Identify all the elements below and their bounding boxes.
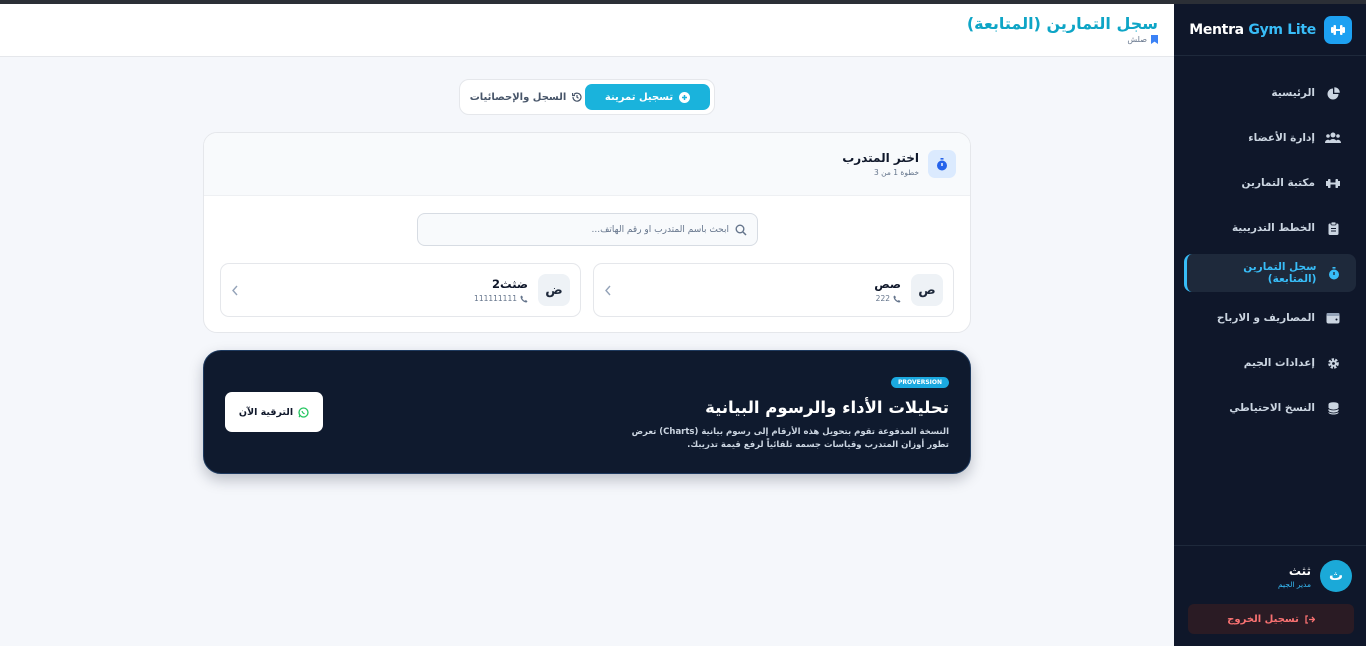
upgrade-button[interactable]: الترقية الآن: [225, 392, 323, 432]
stopwatch-icon: [1325, 266, 1342, 280]
member-phone: 111111111: [239, 294, 528, 303]
chevron-left-icon: [604, 285, 612, 296]
sidebar-item-label: الخطط التدريبية: [1231, 222, 1315, 234]
tab-log-workout-label: تسجيل تمرينة: [604, 91, 674, 103]
member-phone-number: 111111111: [474, 294, 517, 303]
avatar: ث: [1320, 560, 1352, 592]
member-phone-number: 222: [875, 294, 890, 303]
brand-name-part: Mentra: [1189, 21, 1249, 38]
trainee-search[interactable]: [417, 213, 758, 246]
dumbbell-logo-icon: [1324, 15, 1352, 44]
chevron-left-icon: [231, 285, 239, 296]
tab-history-stats-label: السجل والإحصائيات: [469, 91, 567, 103]
search-icon: [735, 224, 747, 236]
sidebar-item-finance[interactable]: المصاريف و الارباح: [1184, 299, 1356, 337]
member-avatar: ص: [911, 274, 943, 306]
logout-icon: [1305, 614, 1315, 624]
sidebar-item-gym-settings[interactable]: إعدادات الجيم: [1184, 344, 1356, 382]
promo-title: تحليلات الأداء والرسوم البيانية: [705, 398, 949, 417]
user-name: ثثث: [1288, 563, 1311, 578]
sidebar-item-label: النسخ الاحتياطي: [1229, 402, 1315, 414]
sidebar-item-workout-log[interactable]: سجل التمارين (المتابعة): [1184, 254, 1356, 292]
wallet-icon: [1324, 312, 1342, 324]
sidebar-item-label: المصاريف و الارباح: [1216, 312, 1315, 324]
history-icon: [572, 92, 582, 102]
sidebar-item-label: إدارة الأعضاء: [1248, 132, 1315, 144]
sidebar: Mentra Gym Lite الرئيسية إدارة الأعضاء م…: [1174, 4, 1366, 646]
brand-name-accent: Gym Lite: [1248, 21, 1316, 38]
member-card[interactable]: ص صص 222: [593, 263, 954, 317]
phone-icon: [520, 295, 528, 303]
pie-chart-icon: [1324, 86, 1342, 100]
member-avatar: ض: [538, 274, 570, 306]
users-icon: [1324, 132, 1342, 144]
whatsapp-icon: [298, 406, 309, 418]
sidebar-item-label: الرئيسية: [1271, 87, 1315, 99]
sidebar-item-label: مكتبة التمارين: [1241, 177, 1315, 189]
sidebar-footer: ث ثثث مدير الجيم تسجيل الخروج: [1174, 545, 1366, 646]
card-step-indicator: خطوة 1 من 3: [873, 168, 919, 177]
sidebar-item-members[interactable]: إدارة الأعضاء: [1184, 119, 1356, 157]
sidebar-item-exercises[interactable]: مكتبة التمارين: [1184, 164, 1356, 202]
sidebar-item-home[interactable]: الرئيسية: [1184, 74, 1356, 112]
search-input[interactable]: [428, 214, 729, 245]
logout-button[interactable]: تسجيل الخروج: [1188, 604, 1354, 634]
bookmark-icon: [1151, 35, 1158, 44]
breadcrumb-text: صلش: [1127, 35, 1147, 44]
member-name: ضثث2: [492, 277, 528, 291]
dumbbell-icon: [1324, 178, 1342, 189]
pro-badge: PROVERSION: [891, 377, 949, 388]
database-icon: [1324, 401, 1342, 415]
user-profile: ث ثثث مدير الجيم: [1174, 546, 1366, 592]
upgrade-button-label: الترقية الآن: [238, 406, 294, 418]
top-border: [0, 0, 1366, 4]
stopwatch-icon: [928, 150, 956, 178]
sidebar-item-label: سجل التمارين (المتابعة): [1243, 261, 1317, 285]
brand-name: Mentra Gym Lite: [1189, 22, 1316, 38]
select-trainee-card: اختر المتدرب خطوة 1 من 3 ص صص 222 ض ضثث2: [203, 132, 971, 333]
plus-circle-icon: [679, 91, 691, 103]
phone-icon: [893, 295, 901, 303]
member-name: صص: [874, 277, 901, 291]
card-title: اختر المتدرب: [842, 151, 919, 165]
pro-upgrade-banner: PROVERSION تحليلات الأداء والرسوم البيان…: [203, 350, 971, 474]
page-title: سجل التمارين (المتابعة): [966, 14, 1158, 33]
user-role: مدير الجيم: [1277, 579, 1311, 589]
page-header: سجل التمارين (المتابعة) صلش: [0, 4, 1174, 57]
sidebar-nav: الرئيسية إدارة الأعضاء مكتبة التمارين ال…: [1174, 56, 1366, 427]
sidebar-item-label: إعدادات الجيم: [1243, 357, 1315, 369]
tab-log-workout[interactable]: تسجيل تمرينة: [585, 84, 710, 110]
sidebar-item-backup[interactable]: النسخ الاحتياطي: [1184, 389, 1356, 427]
member-card[interactable]: ض ضثث2 111111111: [220, 263, 581, 317]
mode-tabs: تسجيل تمرينة السجل والإحصائيات: [459, 79, 715, 115]
sidebar-item-plans[interactable]: الخطط التدريبية: [1184, 209, 1356, 247]
brand: Mentra Gym Lite: [1174, 4, 1366, 56]
card-header: اختر المتدرب خطوة 1 من 3: [204, 133, 970, 196]
member-phone: 222: [612, 294, 901, 303]
gear-icon: [1324, 357, 1342, 370]
clipboard-icon: [1324, 221, 1342, 235]
tab-history-stats[interactable]: السجل والإحصائيات: [467, 84, 585, 110]
breadcrumb: صلش: [1127, 35, 1158, 44]
promo-description: النسخة المدفوعة تقوم بتحويل هذه الأرقام …: [631, 427, 949, 450]
logout-label: تسجيل الخروج: [1227, 613, 1299, 625]
